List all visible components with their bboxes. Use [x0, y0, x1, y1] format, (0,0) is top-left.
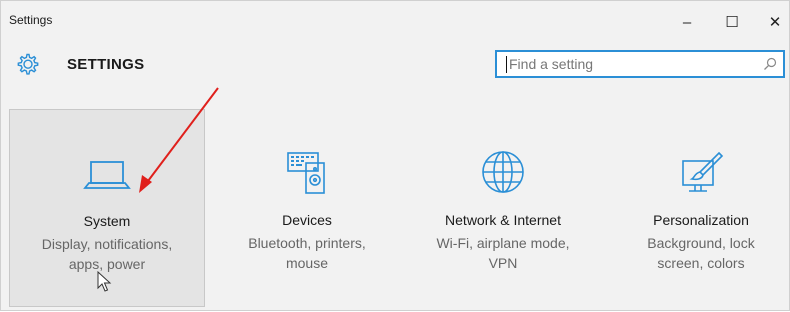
page-header: SETTINGS	[1, 41, 789, 87]
search-box[interactable]	[495, 50, 785, 78]
tile-description: Bluetooth, printers, mouse	[248, 235, 366, 271]
maximize-button[interactable]: ☐	[710, 7, 754, 37]
paint-icon	[682, 151, 724, 192]
devices-icon	[287, 152, 325, 194]
search-input[interactable]	[507, 53, 759, 75]
gear-icon	[17, 53, 39, 75]
window-title: Settings	[9, 13, 53, 27]
laptop-icon	[83, 161, 131, 189]
mouse-cursor-icon	[97, 271, 112, 292]
tile-title: Network & Internet	[445, 212, 561, 228]
maximize-icon: ☐	[725, 14, 739, 31]
close-button[interactable]: ✕	[753, 7, 790, 37]
minimize-button[interactable]: –	[665, 7, 709, 37]
tile-title: Devices	[282, 212, 332, 228]
settings-window: Settings – ☐ ✕ SETTINGS Find a setting S…	[0, 0, 790, 311]
tile-personalization[interactable]: Personalization Background, lock screen,…	[603, 109, 790, 307]
tile-description: Display, notifications, apps, power	[41, 236, 173, 272]
tile-devices[interactable]: Devices Bluetooth, printers, mouse	[209, 109, 405, 307]
globe-icon	[482, 151, 524, 193]
tile-title: System	[83, 213, 131, 229]
category-grid: System Display, notifications, apps, pow…	[1, 109, 789, 309]
search-icon[interactable]	[759, 53, 781, 75]
tile-title: Personalization	[653, 212, 749, 228]
tile-network-internet[interactable]: Network & Internet Wi-Fi, airplane mode,…	[405, 109, 601, 307]
minimize-icon: –	[682, 13, 692, 31]
title-bar: Settings – ☐ ✕	[1, 1, 789, 41]
close-icon: ✕	[768, 14, 782, 31]
tile-description: Wi-Fi, airplane mode, VPN	[436, 235, 570, 271]
tile-description: Background, lock screen, colors	[647, 235, 755, 271]
page-title: SETTINGS	[67, 56, 145, 73]
